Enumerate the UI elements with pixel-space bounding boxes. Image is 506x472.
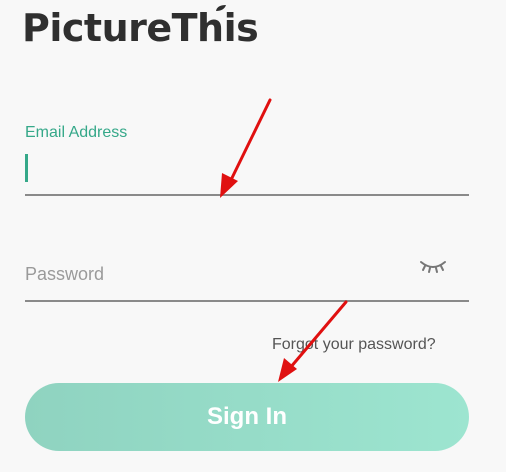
email-input[interactable] <box>25 150 469 196</box>
email-label: Email Address <box>25 124 128 141</box>
login-screen: PictureThis Email Address Forgot your pa… <box>0 0 506 472</box>
sign-in-button[interactable]: Sign In <box>25 383 469 451</box>
password-input[interactable] <box>25 248 469 302</box>
text-caret <box>25 154 28 182</box>
forgot-password-link[interactable]: Forgot your password? <box>272 336 436 354</box>
eye-closed-icon[interactable] <box>418 256 448 276</box>
leaf-icon <box>216 5 226 11</box>
